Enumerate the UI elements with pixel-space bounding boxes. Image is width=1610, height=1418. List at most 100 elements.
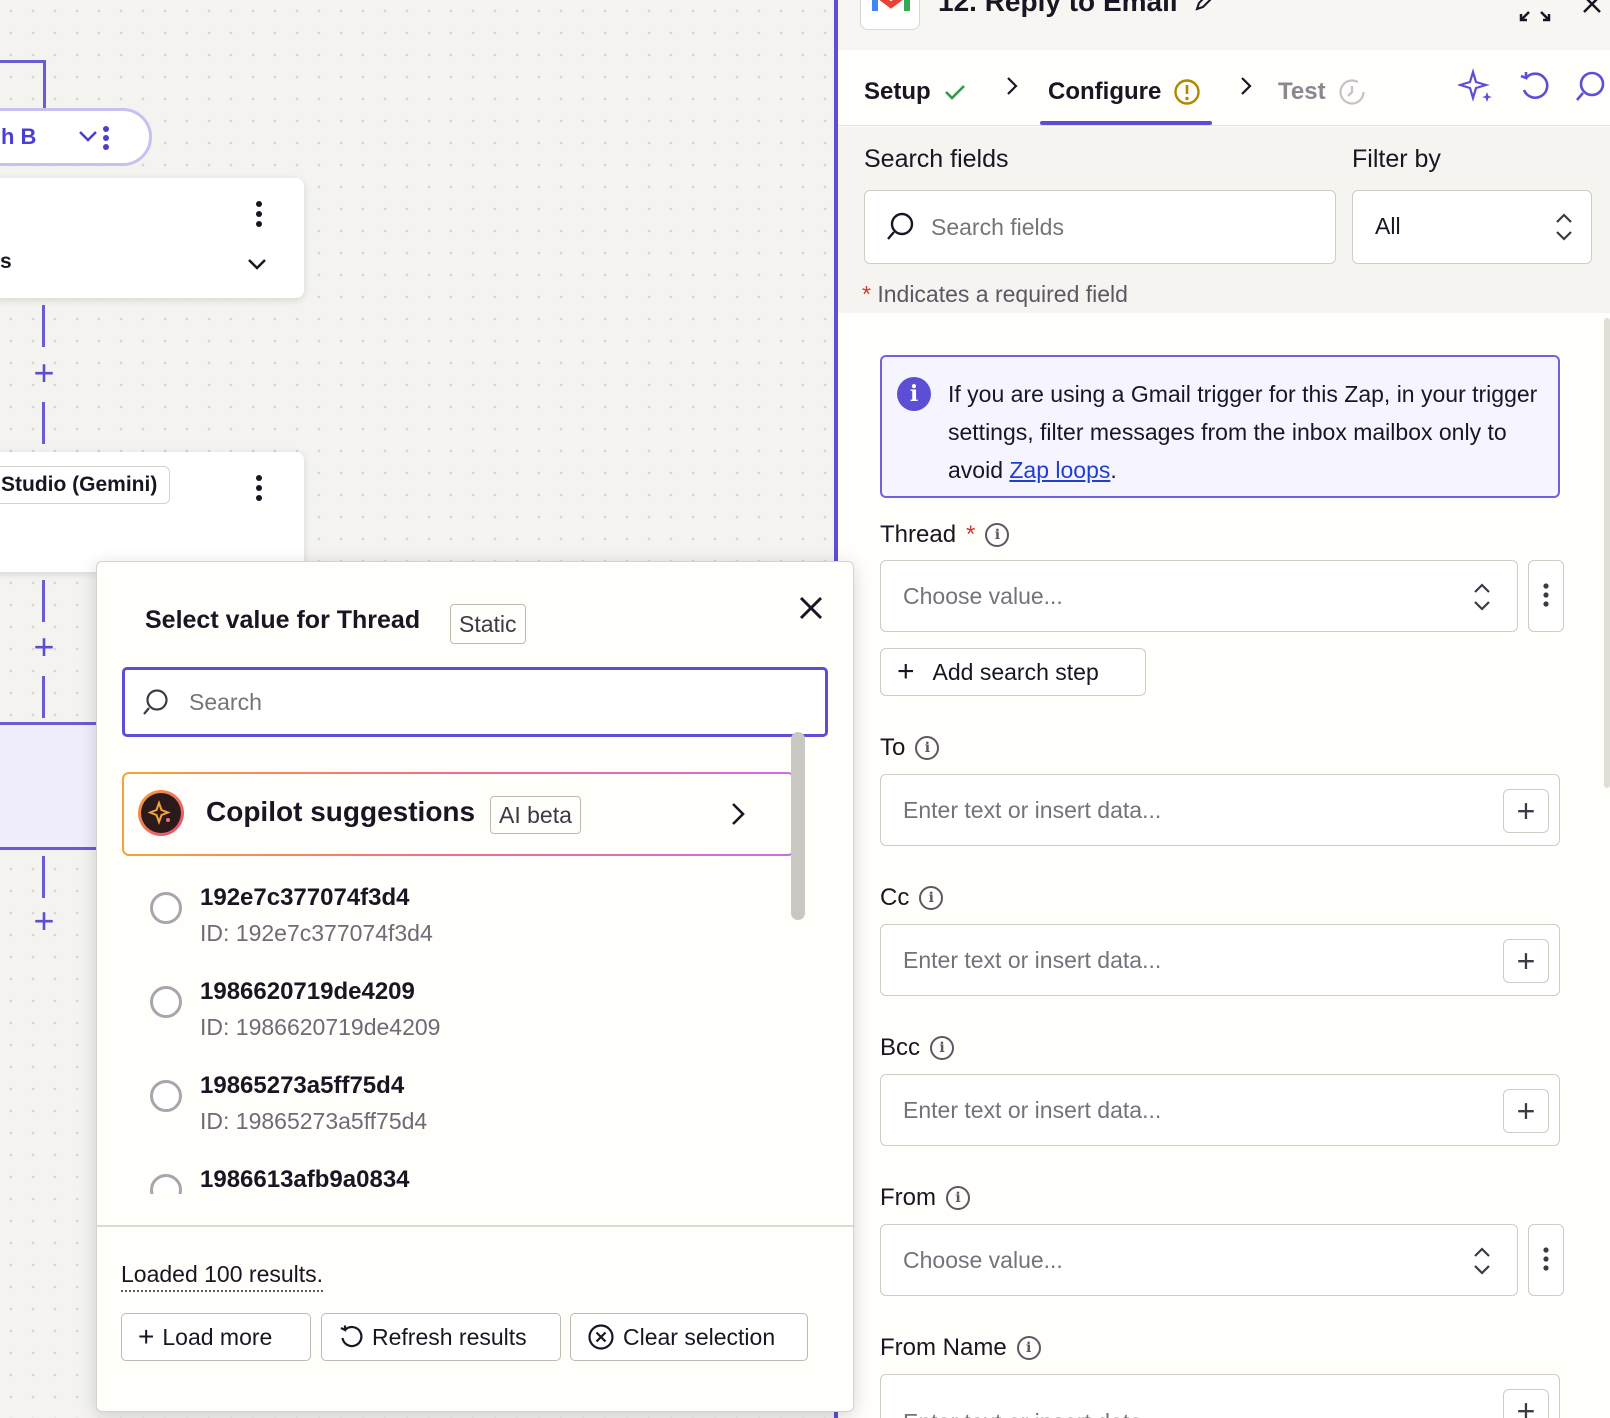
chevron-down-icon[interactable] bbox=[246, 256, 268, 277]
add-step-plus-icon[interactable]: + bbox=[29, 355, 59, 391]
panel-title[interactable]: 12. Reply to Email bbox=[938, 0, 1215, 20]
insert-data-plus-icon[interactable]: + bbox=[1503, 1089, 1549, 1133]
collapse-icon[interactable] bbox=[1518, 0, 1552, 27]
zap-loops-link[interactable]: Zap loops bbox=[1009, 457, 1110, 483]
radio-button[interactable] bbox=[150, 1080, 182, 1112]
close-icon[interactable] bbox=[795, 592, 827, 624]
tab-test[interactable]: Test bbox=[1278, 72, 1366, 112]
result-id: ID: 192e7c377074f3d4 bbox=[200, 920, 433, 946]
filter-by-label: Filter by bbox=[1352, 145, 1441, 173]
to-label: To i bbox=[880, 734, 940, 762]
kebab-icon bbox=[1541, 582, 1551, 617]
close-icon[interactable] bbox=[1580, 0, 1604, 21]
thread-label: Thread * i bbox=[880, 521, 1010, 549]
list-item[interactable]: 192e7c377074f3d4 ID: 192e7c377074f3d4 bbox=[122, 882, 782, 974]
step-editor-panel: 12. Reply to Email Setup Configure Test … bbox=[834, 0, 1610, 1418]
clear-circle-icon bbox=[587, 1323, 615, 1351]
kebab-icon[interactable] bbox=[252, 200, 266, 230]
refresh-results-button[interactable]: Refresh results bbox=[321, 1313, 561, 1361]
chevron-down-icon[interactable] bbox=[77, 125, 99, 152]
search-fields-input[interactable] bbox=[931, 209, 1321, 245]
panel-scrollbar[interactable] bbox=[1604, 318, 1610, 788]
gmail-trigger-info-banner: i If you are using a Gmail trigger for t… bbox=[880, 355, 1560, 498]
selected-step-card[interactable] bbox=[0, 722, 100, 850]
search-fields-section: Search fields Filter by All * Indicates … bbox=[838, 127, 1610, 313]
step-connector bbox=[42, 856, 45, 898]
copilot-label: Copilot suggestions bbox=[206, 796, 476, 827]
search-icon bbox=[885, 211, 917, 248]
kebab-icon[interactable] bbox=[101, 123, 111, 158]
step-card[interactable] bbox=[0, 178, 304, 298]
branch-pill[interactable]: h B bbox=[0, 108, 152, 166]
popup-title: Select value for Thread bbox=[145, 606, 421, 634]
tab-configure[interactable]: Configure bbox=[1048, 72, 1201, 112]
search-icon bbox=[141, 688, 171, 723]
result-title: 19865273a5ff75d4 bbox=[200, 1072, 405, 1099]
result-id: ID: 1986620719de4209 bbox=[200, 1014, 441, 1040]
step-tabs: Setup Configure Test bbox=[838, 60, 1610, 126]
undo-icon[interactable] bbox=[1518, 70, 1550, 109]
info-icon[interactable]: i bbox=[946, 1186, 970, 1210]
step-card-text: s bbox=[0, 250, 12, 273]
list-item[interactable]: 19865273a5ff75d4 ID: 19865273a5ff75d4 bbox=[122, 1070, 782, 1162]
popup-search-input[interactable] bbox=[189, 684, 789, 720]
insert-data-plus-icon[interactable]: + bbox=[1503, 1389, 1549, 1418]
list-item[interactable]: 1986620719de4209 ID: 1986620719de4209 bbox=[122, 976, 782, 1068]
result-id: ID: 19865273a5ff75d4 bbox=[200, 1108, 428, 1134]
sparkle-icon[interactable] bbox=[1456, 68, 1494, 109]
kebab-icon[interactable] bbox=[252, 474, 266, 504]
step-connector bbox=[42, 305, 45, 347]
info-icon[interactable]: i bbox=[1016, 1336, 1041, 1360]
from-name-label: From Name i bbox=[880, 1334, 1041, 1362]
divider bbox=[97, 1225, 855, 1227]
info-icon[interactable]: i bbox=[915, 736, 940, 760]
load-more-button[interactable]: + Load more bbox=[121, 1313, 311, 1361]
clear-selection-button[interactable]: Clear selection bbox=[570, 1313, 808, 1361]
add-step-plus-icon[interactable]: + bbox=[29, 629, 59, 665]
cc-field[interactable]: Enter text or insert data... + bbox=[880, 924, 1560, 996]
add-step-plus-icon[interactable]: + bbox=[29, 903, 59, 939]
refresh-icon bbox=[338, 1324, 364, 1350]
results-scrollbar-thumb[interactable] bbox=[791, 732, 805, 920]
thread-select[interactable]: Choose value... bbox=[880, 560, 1518, 632]
check-icon bbox=[943, 82, 967, 102]
cc-label: Cc i bbox=[880, 884, 944, 912]
filter-value: All bbox=[1375, 213, 1401, 239]
result-title: 1986620719de4209 bbox=[200, 978, 415, 1005]
from-options-button[interactable] bbox=[1528, 1224, 1564, 1296]
required-field-note: * Indicates a required field bbox=[862, 281, 1128, 307]
insert-data-plus-icon[interactable]: + bbox=[1503, 939, 1549, 983]
plus-icon: + bbox=[897, 655, 915, 688]
copilot-logo-icon bbox=[138, 790, 184, 836]
search-icon[interactable] bbox=[1574, 70, 1608, 109]
search-fields-box[interactable] bbox=[864, 190, 1336, 264]
select-value-popup: Select value for Thread Static Copilot s… bbox=[96, 561, 855, 1412]
info-icon[interactable]: i bbox=[919, 886, 944, 910]
result-title: 192e7c377074f3d4 bbox=[200, 884, 410, 911]
thread-options-button[interactable] bbox=[1528, 560, 1564, 632]
radio-button[interactable] bbox=[150, 986, 182, 1018]
add-search-step-button[interactable]: + Add search step bbox=[880, 648, 1146, 696]
bcc-field[interactable]: Enter text or insert data... + bbox=[880, 1074, 1560, 1146]
step-connector bbox=[42, 676, 45, 718]
step-connector bbox=[42, 402, 45, 444]
static-badge: Static bbox=[450, 604, 526, 644]
list-item[interactable]: 1986613afb9a0834 ID: 1986613afb9a0834 bbox=[122, 1164, 782, 1194]
info-icon[interactable]: i bbox=[985, 523, 1010, 547]
info-icon[interactable]: i bbox=[930, 1036, 955, 1060]
from-select[interactable]: Choose value... bbox=[880, 1224, 1518, 1296]
chevron-up-down-icon bbox=[1553, 211, 1575, 248]
bcc-label: Bcc i bbox=[880, 1034, 955, 1062]
radio-button[interactable] bbox=[150, 1174, 182, 1194]
active-tab-indicator bbox=[1040, 121, 1212, 125]
edit-pencil-icon[interactable] bbox=[1193, 0, 1215, 20]
insert-data-plus-icon[interactable]: + bbox=[1503, 789, 1549, 833]
filter-select[interactable]: All bbox=[1352, 190, 1592, 264]
tab-setup[interactable]: Setup bbox=[864, 72, 967, 112]
from-name-field[interactable]: Enter text or insert data... + bbox=[880, 1374, 1560, 1418]
to-field[interactable]: Enter text or insert data... + bbox=[880, 774, 1560, 846]
loaded-results-text: Loaded 100 results. bbox=[121, 1261, 324, 1292]
copilot-suggestions-button[interactable]: Copilot suggestions AI beta bbox=[122, 772, 795, 856]
radio-button[interactable] bbox=[150, 892, 182, 924]
popup-search-box[interactable] bbox=[122, 667, 828, 737]
